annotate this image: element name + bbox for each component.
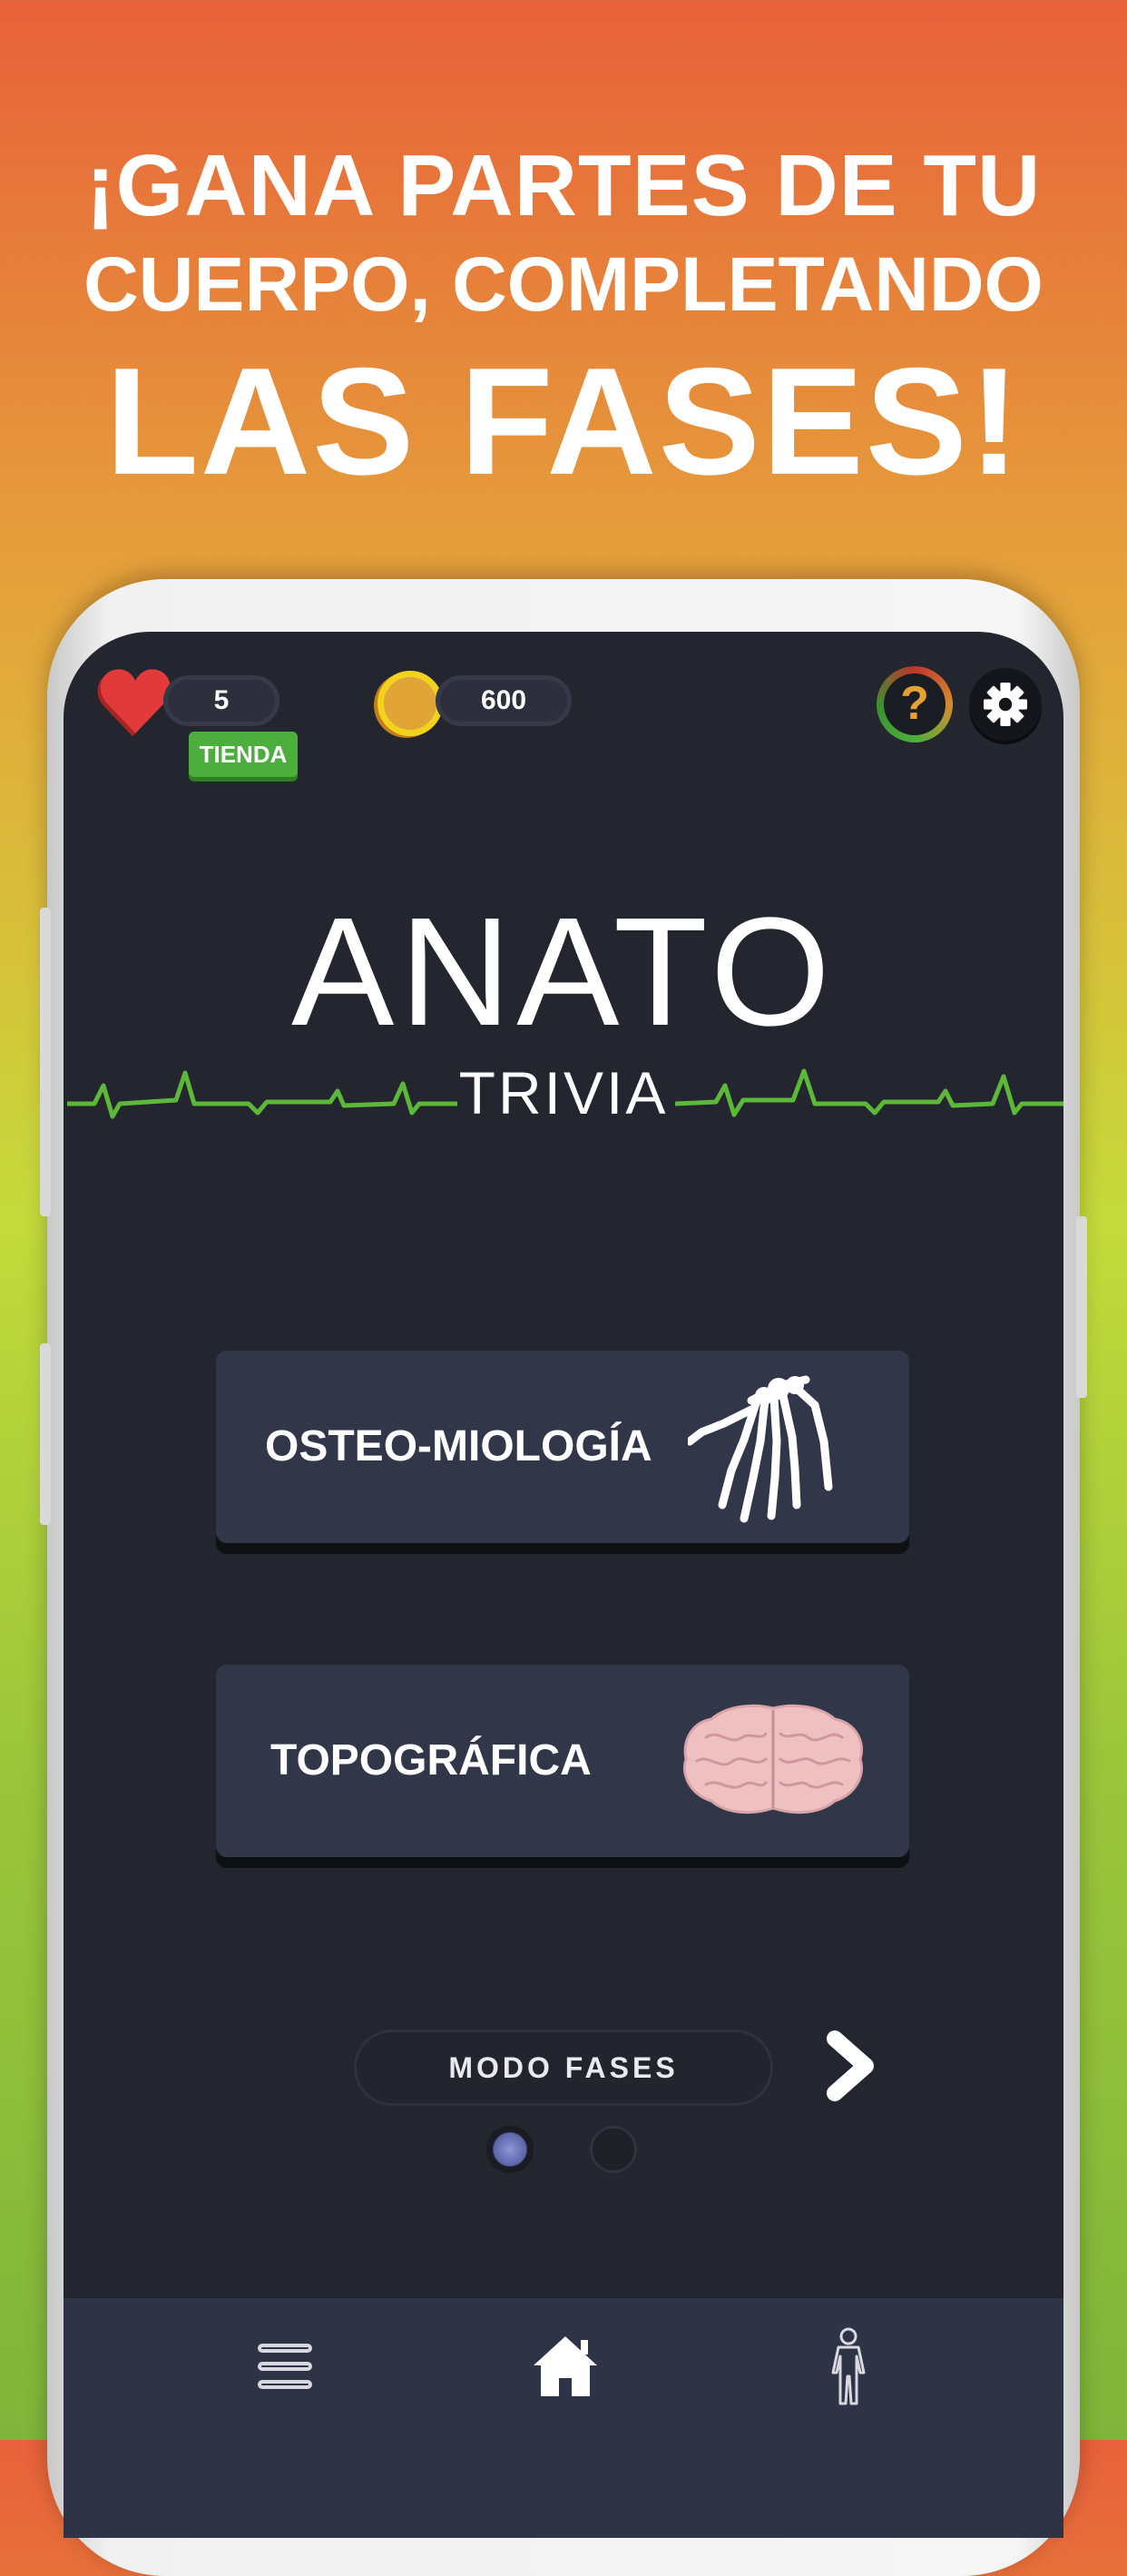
home-icon[interactable] — [524, 2325, 606, 2407]
store-button[interactable]: TIENDA — [189, 732, 298, 777]
app-logo-subtitle: TRIVIA — [458, 1059, 669, 1126]
body-icon[interactable] — [808, 2325, 889, 2407]
app-screen: 5 TIENDA 600 ? ANATO TRIVIA OSTEO-MIOLOG… — [64, 632, 1063, 2538]
promo-headline-line1: ¡GANA PARTES DE TU — [85, 137, 1042, 234]
category-label: OSTEO-MIOLOGÍA — [265, 1422, 652, 1470]
chevron-right-icon[interactable] — [818, 2028, 882, 2104]
category-osteo-miologia-button[interactable]: OSTEO-MIOLOGÍA — [216, 1351, 909, 1543]
coin-icon — [377, 671, 443, 736]
settings-button[interactable] — [969, 668, 1042, 741]
help-button[interactable]: ? — [877, 666, 953, 742]
bottom-navigation — [64, 2298, 1063, 2538]
lives-count: 5 — [163, 675, 279, 726]
category-label: TOPOGRÁFICA — [270, 1736, 592, 1785]
mode-fases-button[interactable]: MODO FASES — [354, 2030, 773, 2106]
coin-balance: 600 — [436, 675, 572, 726]
gear-icon — [984, 683, 1027, 726]
promo-headline-line2: CUERPO, COMPLETANDO — [83, 241, 1044, 327]
phone-side-button — [40, 1343, 51, 1525]
phone-side-button — [1076, 1216, 1087, 1398]
page-indicator-dot-active[interactable] — [486, 2126, 534, 2173]
promo-headline-line3: LAS FASES! — [105, 336, 1022, 506]
page-indicator-dot[interactable] — [590, 2126, 637, 2173]
heart-icon — [97, 669, 171, 737]
skeleton-hand-icon — [688, 1375, 833, 1523]
menu-icon[interactable] — [245, 2325, 327, 2407]
phone-side-button — [40, 908, 51, 1216]
brain-icon — [683, 1704, 863, 1814]
category-topografica-button[interactable]: TOPOGRÁFICA — [216, 1665, 909, 1857]
app-logo-title: ANATO — [291, 886, 836, 1058]
question-icon: ? — [900, 677, 929, 730]
